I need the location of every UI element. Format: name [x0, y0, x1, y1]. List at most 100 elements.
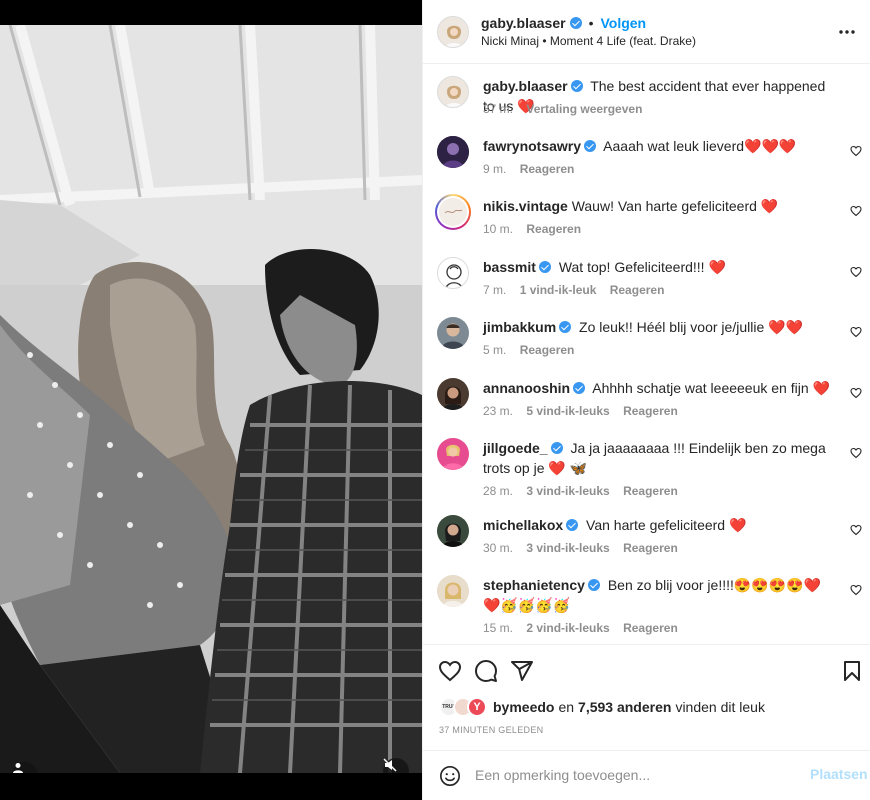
comment-time[interactable]: 15 m. — [483, 621, 513, 635]
like-comment-heart-icon[interactable] — [850, 387, 862, 399]
caption-time[interactable]: 37 m. — [483, 102, 513, 116]
comment-username[interactable]: michellakox — [483, 517, 563, 533]
comment-username[interactable]: fawrynotsawry — [483, 138, 581, 154]
media-panel — [0, 0, 422, 800]
comment-time[interactable]: 5 m. — [483, 343, 506, 357]
avatar[interactable] — [437, 257, 469, 289]
liker-avatars[interactable]: TRUE Y — [439, 697, 489, 717]
verified-badge-icon — [584, 140, 597, 152]
music-label[interactable]: Nicki Minaj • Moment 4 Life (feat. Drake… — [481, 34, 696, 48]
comment-username[interactable]: annanooshin — [483, 380, 570, 396]
reply-button[interactable]: Reageren — [610, 283, 665, 297]
author-username[interactable]: gaby.blaaser — [481, 15, 566, 31]
avatar[interactable] — [437, 575, 469, 607]
comment-username[interactable]: bassmit — [483, 259, 536, 275]
liker-avatar: Y — [467, 697, 487, 717]
comment-like-count[interactable]: 1 vind-ik-leuk — [520, 283, 597, 297]
comment-meta: 23 m. 5 vind-ik-leuks Reageren — [483, 404, 688, 418]
avatar[interactable] — [437, 378, 469, 410]
post-actions: TRUE Y bymeedo en 7,593 anderen vinden d… — [423, 644, 870, 750]
comment-body: stephanietency Ben zo blij voor je!!!!😍😍… — [483, 575, 831, 615]
comment-username[interactable]: stephanietency — [483, 577, 585, 593]
comment-like-count[interactable]: 2 vind-ik-leuks — [526, 621, 609, 635]
comment-body: fawrynotsawry Aaaah wat leuk lieverd❤️❤️… — [483, 136, 831, 156]
follow-button[interactable]: Volgen — [600, 15, 646, 31]
like-comment-heart-icon[interactable] — [850, 524, 862, 536]
more-options-button[interactable] — [835, 22, 859, 42]
comment-bubble-icon[interactable] — [474, 659, 498, 683]
caption-username[interactable]: gaby.blaaser — [483, 78, 568, 94]
post-details-panel: gaby.blaaser • Volgen Nicki Minaj • Mome… — [422, 0, 870, 800]
comment-text: Aaaah wat leuk lieverd❤️❤️❤️ — [603, 138, 797, 154]
verified-badge-icon — [566, 519, 579, 531]
post-comment-button[interactable]: Plaatsen — [810, 766, 868, 782]
comment-like-count[interactable]: 3 vind-ik-leuks — [526, 541, 609, 555]
comment-meta: 7 m. 1 vind-ik-leuk Reageren — [483, 283, 674, 297]
emoji-smiley-icon[interactable] — [439, 765, 461, 787]
comment-like-count[interactable]: 3 vind-ik-leuks — [526, 484, 609, 498]
add-comment-bar: Plaatsen — [423, 750, 870, 800]
avatar[interactable] — [437, 136, 469, 168]
reply-button[interactable]: Reageren — [623, 404, 678, 418]
comment-meta: 30 m. 3 vind-ik-leuks Reageren — [483, 541, 688, 555]
first-liker-username[interactable]: bymeedo — [493, 699, 554, 715]
comment-username[interactable]: nikis.vintage — [483, 198, 568, 214]
comment-time[interactable]: 10 m. — [483, 222, 513, 236]
like-comment-heart-icon[interactable] — [850, 447, 862, 459]
likes-connector: en — [558, 699, 575, 715]
comment-text: Zo leuk!! Héél blij voor je/jullie ❤️❤️ — [579, 319, 803, 335]
like-comment-heart-icon[interactable] — [850, 326, 862, 338]
avatar[interactable] — [437, 76, 469, 108]
comment-body: nikis.vintage Wauw! Van harte gefelicite… — [483, 196, 831, 216]
reply-button[interactable]: Reageren — [520, 343, 575, 357]
comment-time[interactable]: 7 m. — [483, 283, 506, 297]
author-avatar[interactable] — [437, 16, 469, 48]
like-comment-heart-icon[interactable] — [850, 584, 862, 596]
comments-list[interactable]: gaby.blaaser The best accident that ever… — [423, 64, 870, 644]
post-timestamp[interactable]: 37 MINUTEN GELEDEN — [439, 725, 543, 735]
comment-body: bassmit Wat top! Gefeliciteerd!!! ❤️ — [483, 257, 831, 277]
verified-badge-icon — [570, 80, 583, 92]
likes-suffix: vinden dit leuk — [675, 699, 765, 715]
like-comment-heart-icon[interactable] — [850, 145, 862, 157]
like-comment-heart-icon[interactable] — [850, 266, 862, 278]
reply-button[interactable]: Reageren — [623, 541, 678, 555]
caption-meta: 37 m. Vertaling weergeven — [483, 102, 652, 116]
reply-button[interactable]: Reageren — [520, 162, 575, 176]
comment-input[interactable] — [475, 764, 795, 786]
reply-button[interactable]: Reageren — [623, 484, 678, 498]
comment-like-count[interactable]: 5 vind-ik-leuks — [526, 404, 609, 418]
avatar[interactable] — [437, 317, 469, 349]
comment-time[interactable]: 28 m. — [483, 484, 513, 498]
comment-body: jillgoede_ Ja ja jaaaaaaaa !!! Eindelijk… — [483, 438, 831, 478]
reply-button[interactable]: Reageren — [623, 621, 678, 635]
comment-username[interactable]: jillgoede_ — [483, 440, 548, 456]
verified-badge-icon — [569, 17, 582, 29]
comment-username[interactable]: jimbakkum — [483, 319, 556, 335]
bookmark-save-icon[interactable] — [840, 659, 864, 683]
likes-count[interactable]: 7,593 anderen — [578, 699, 671, 715]
comment-time[interactable]: 30 m. — [483, 541, 513, 555]
verified-badge-icon — [559, 321, 572, 333]
comment-meta: 9 m. Reageren — [483, 162, 584, 176]
like-comment-heart-icon[interactable] — [850, 205, 862, 217]
avatar[interactable] — [437, 438, 469, 470]
comment-meta: 10 m. Reageren — [483, 222, 591, 236]
verified-badge-icon — [538, 261, 551, 273]
comment-time[interactable]: 23 m. — [483, 404, 513, 418]
verified-badge-icon — [550, 442, 563, 454]
post-header: gaby.blaaser • Volgen Nicki Minaj • Mome… — [423, 0, 870, 64]
share-send-icon[interactable] — [510, 659, 534, 683]
likes-summary: TRUE Y bymeedo en 7,593 anderen vinden d… — [439, 697, 765, 717]
more-horizontal-icon — [839, 30, 855, 34]
comment-time[interactable]: 9 m. — [483, 162, 506, 176]
comment-meta: 28 m. 3 vind-ik-leuks Reageren — [483, 484, 688, 498]
verified-badge-icon — [573, 382, 586, 394]
story-ring[interactable] — [435, 194, 471, 230]
comment-text: Wauw! Van harte gefeliciteerd ❤️ — [571, 198, 779, 214]
avatar[interactable] — [437, 515, 469, 547]
translate-button[interactable]: Vertaling weergeven — [526, 102, 642, 116]
like-heart-icon[interactable] — [438, 659, 462, 683]
post-video[interactable] — [0, 25, 422, 773]
reply-button[interactable]: Reageren — [526, 222, 581, 236]
